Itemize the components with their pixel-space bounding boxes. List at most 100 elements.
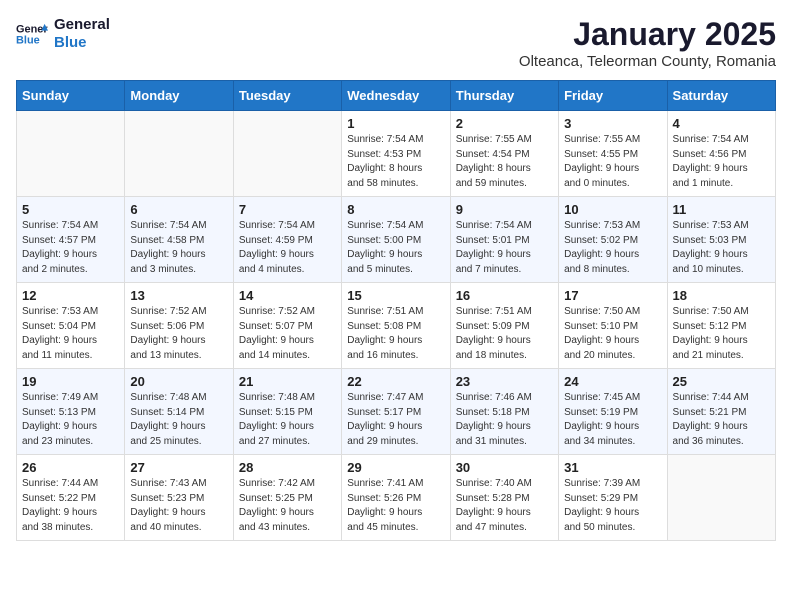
calendar-cell: 31Sunrise: 7:39 AM Sunset: 5:29 PM Dayli… (559, 455, 667, 541)
day-number: 19 (22, 374, 119, 389)
calendar-cell: 19 Sunrise: 7:49 AM Sunset: 5:13 PM Dayli… (17, 369, 125, 455)
week-row-4: 19 Sunrise: 7:49 AM Sunset: 5:13 PM Dayli… (17, 369, 776, 455)
calendar-cell: 4Sunrise: 7:54 AM Sunset: 4:56 PM Daylig… (667, 111, 775, 197)
day-number: 9 (456, 202, 553, 217)
calendar-cell: 9 Sunrise: 7:54 AM Sunset: 5:01 PM Daylig… (450, 197, 558, 283)
calendar-cell: 7 Sunrise: 7:54 AM Sunset: 4:59 PM Daylig… (233, 197, 341, 283)
weekday-header-saturday: Saturday (667, 81, 775, 111)
calendar-cell: 13 Sunrise: 7:52 AM Sunset: 5:06 PM Dayli… (125, 283, 233, 369)
day-info: Sunrise: 7:44 AM Sunset: 5:22 PM Dayligh… (22, 477, 119, 535)
logo-general: General (54, 16, 110, 34)
day-number: 21 (239, 374, 336, 389)
day-number: 23 (456, 374, 553, 389)
day-number: 11 (673, 202, 770, 217)
title-area: January 2025 Olteanca, Teleorman County,… (519, 16, 776, 70)
day-number: 5 (22, 202, 119, 217)
weekday-header-thursday: Thursday (450, 81, 558, 111)
weekday-header-wednesday: Wednesday (342, 81, 450, 111)
day-info: Sunrise: 7:51 AM Sunset: 5:09 PM Dayligh… (456, 305, 553, 363)
day-number: 31 (564, 460, 661, 475)
day-number: 8 (347, 202, 444, 217)
calendar-cell: 16Sunrise: 7:51 AM Sunset: 5:09 PM Dayli… (450, 283, 558, 369)
day-info: Sunrise: 7:41 AM Sunset: 5:26 PM Dayligh… (347, 477, 444, 535)
calendar-cell (233, 111, 341, 197)
day-info: Sunrise: 7:42 AM Sunset: 5:25 PM Dayligh… (239, 477, 336, 535)
day-info: Sunrise: 7:54 AM Sunset: 5:00 PM Dayligh… (347, 219, 444, 277)
day-number: 20 (130, 374, 227, 389)
day-number: 25 (673, 374, 770, 389)
day-number: 6 (130, 202, 227, 217)
day-info: Sunrise: 7:43 AM Sunset: 5:23 PM Dayligh… (130, 477, 227, 535)
day-info: Sunrise: 7:54 AM Sunset: 4:59 PM Dayligh… (239, 219, 336, 277)
week-row-5: 26 Sunrise: 7:44 AM Sunset: 5:22 PM Dayli… (17, 455, 776, 541)
weekday-header-friday: Friday (559, 81, 667, 111)
calendar-cell: 6 Sunrise: 7:54 AM Sunset: 4:58 PM Daylig… (125, 197, 233, 283)
day-number: 2 (456, 116, 553, 131)
day-number: 29 (347, 460, 444, 475)
day-number: 22 (347, 374, 444, 389)
calendar-cell: 27 Sunrise: 7:43 AM Sunset: 5:23 PM Dayli… (125, 455, 233, 541)
month-title: January 2025 (519, 16, 776, 53)
calendar-cell: 8 Sunrise: 7:54 AM Sunset: 5:00 PM Daylig… (342, 197, 450, 283)
day-number: 17 (564, 288, 661, 303)
calendar-cell: 21Sunrise: 7:48 AM Sunset: 5:15 PM Dayli… (233, 369, 341, 455)
calendar-cell: 26 Sunrise: 7:44 AM Sunset: 5:22 PM Dayli… (17, 455, 125, 541)
svg-text:Blue: Blue (16, 34, 40, 46)
logo: General Blue General Blue (16, 16, 110, 52)
calendar-cell: 23Sunrise: 7:46 AM Sunset: 5:18 PM Dayli… (450, 369, 558, 455)
day-info: Sunrise: 7:50 AM Sunset: 5:12 PM Dayligh… (673, 305, 770, 363)
calendar-cell: 12Sunrise: 7:53 AM Sunset: 5:04 PM Dayli… (17, 283, 125, 369)
calendar-cell: 29 Sunrise: 7:41 AM Sunset: 5:26 PM Dayli… (342, 455, 450, 541)
calendar-cell: 22 Sunrise: 7:47 AM Sunset: 5:17 PM Dayli… (342, 369, 450, 455)
calendar-cell: 18 Sunrise: 7:50 AM Sunset: 5:12 PM Dayli… (667, 283, 775, 369)
day-info: Sunrise: 7:54 AM Sunset: 4:57 PM Dayligh… (22, 219, 119, 277)
day-number: 14 (239, 288, 336, 303)
day-info: Sunrise: 7:53 AM Sunset: 5:03 PM Dayligh… (673, 219, 770, 277)
day-info: Sunrise: 7:55 AM Sunset: 4:55 PM Dayligh… (564, 133, 661, 191)
calendar-cell: 11 Sunrise: 7:53 AM Sunset: 5:03 PM Dayli… (667, 197, 775, 283)
calendar-cell: 2 Sunrise: 7:55 AM Sunset: 4:54 PM Daylig… (450, 111, 558, 197)
calendar-cell (667, 455, 775, 541)
day-info: Sunrise: 7:44 AM Sunset: 5:21 PM Dayligh… (673, 391, 770, 449)
weekday-header-monday: Monday (125, 81, 233, 111)
calendar-cell (125, 111, 233, 197)
day-info: Sunrise: 7:51 AM Sunset: 5:08 PM Dayligh… (347, 305, 444, 363)
day-number: 27 (130, 460, 227, 475)
day-number: 3 (564, 116, 661, 131)
day-info: Sunrise: 7:53 AM Sunset: 5:04 PM Dayligh… (22, 305, 119, 363)
day-number: 28 (239, 460, 336, 475)
week-row-2: 5 Sunrise: 7:54 AM Sunset: 4:57 PM Daylig… (17, 197, 776, 283)
day-number: 26 (22, 460, 119, 475)
day-number: 4 (673, 116, 770, 131)
day-info: Sunrise: 7:55 AM Sunset: 4:54 PM Dayligh… (456, 133, 553, 191)
calendar-cell: 10Sunrise: 7:53 AM Sunset: 5:02 PM Dayli… (559, 197, 667, 283)
day-info: Sunrise: 7:54 AM Sunset: 4:53 PM Dayligh… (347, 133, 444, 191)
day-info: Sunrise: 7:40 AM Sunset: 5:28 PM Dayligh… (456, 477, 553, 535)
day-number: 10 (564, 202, 661, 217)
day-info: Sunrise: 7:50 AM Sunset: 5:10 PM Dayligh… (564, 305, 661, 363)
day-info: Sunrise: 7:45 AM Sunset: 5:19 PM Dayligh… (564, 391, 661, 449)
location-title: Olteanca, Teleorman County, Romania (519, 53, 776, 70)
day-info: Sunrise: 7:54 AM Sunset: 4:58 PM Dayligh… (130, 219, 227, 277)
weekday-header-sunday: Sunday (17, 81, 125, 111)
day-info: Sunrise: 7:54 AM Sunset: 5:01 PM Dayligh… (456, 219, 553, 277)
weekday-header-tuesday: Tuesday (233, 81, 341, 111)
weekday-header-row: SundayMondayTuesdayWednesdayThursdayFrid… (17, 81, 776, 111)
day-number: 7 (239, 202, 336, 217)
day-info: Sunrise: 7:52 AM Sunset: 5:07 PM Dayligh… (239, 305, 336, 363)
day-info: Sunrise: 7:52 AM Sunset: 5:06 PM Dayligh… (130, 305, 227, 363)
logo-blue: Blue (54, 34, 110, 52)
calendar-cell: 3 Sunrise: 7:55 AM Sunset: 4:55 PM Daylig… (559, 111, 667, 197)
calendar-cell: 17 Sunrise: 7:50 AM Sunset: 5:10 PM Dayli… (559, 283, 667, 369)
calendar-cell (17, 111, 125, 197)
day-number: 15 (347, 288, 444, 303)
calendar-cell: 14 Sunrise: 7:52 AM Sunset: 5:07 PM Dayli… (233, 283, 341, 369)
week-row-3: 12Sunrise: 7:53 AM Sunset: 5:04 PM Dayli… (17, 283, 776, 369)
day-number: 13 (130, 288, 227, 303)
day-info: Sunrise: 7:49 AM Sunset: 5:13 PM Dayligh… (22, 391, 119, 449)
day-number: 24 (564, 374, 661, 389)
header: General Blue General Blue January 2025 O… (16, 16, 776, 70)
day-number: 30 (456, 460, 553, 475)
day-number: 18 (673, 288, 770, 303)
day-info: Sunrise: 7:47 AM Sunset: 5:17 PM Dayligh… (347, 391, 444, 449)
